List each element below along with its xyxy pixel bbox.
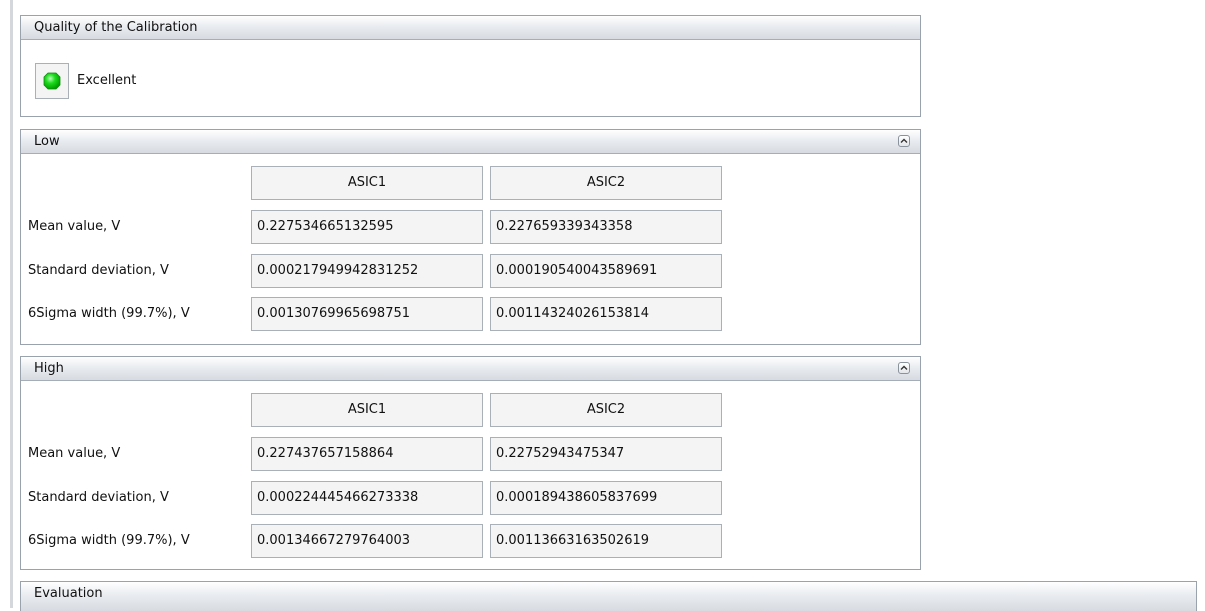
green-status-icon [43, 72, 61, 90]
high-panel-header[interactable]: High [21, 357, 920, 381]
quality-panel-title: Quality of the Calibration [34, 20, 198, 35]
column-header-asic1: ASIC1 [251, 166, 483, 200]
collapse-icon[interactable] [898, 135, 910, 147]
left-border-stripe [10, 0, 13, 608]
column-header-asic2: ASIC2 [490, 393, 722, 427]
value-field-stddev-asic1: 0.000224445466273338 [251, 481, 483, 515]
quality-panel: Quality of the Calibration Excellent [20, 15, 921, 117]
high-panel-title: High [34, 361, 64, 376]
column-header-asic1: ASIC1 [251, 393, 483, 427]
value-field-mean-asic1: 0.227437657158864 [251, 437, 483, 471]
row-label-6sigma: 6Sigma width (99.7%), V [28, 306, 190, 321]
row-label-stddev: Standard deviation, V [28, 263, 169, 278]
low-panel-title: Low [34, 134, 60, 149]
quality-status-indicator [35, 63, 69, 99]
high-panel: High ASIC1 ASIC2 Mean value, V 0.2274376… [20, 356, 921, 570]
low-panel: Low ASIC1 ASIC2 Mean value, V 0.22753466… [20, 129, 921, 345]
evaluation-panel-header[interactable]: Evaluation [20, 581, 1197, 611]
row-label-mean: Mean value, V [28, 446, 121, 461]
quality-status-label: Excellent [77, 73, 137, 88]
evaluation-panel-title: Evaluation [34, 586, 103, 601]
row-label-6sigma: 6Sigma width (99.7%), V [28, 533, 190, 548]
value-field-stddev-asic1: 0.000217949942831252 [251, 254, 483, 288]
value-field-6sigma-asic2: 0.00113663163502619 [490, 524, 722, 558]
column-header-asic2: ASIC2 [490, 166, 722, 200]
row-label-mean: Mean value, V [28, 219, 121, 234]
collapse-icon[interactable] [898, 362, 910, 374]
value-field-6sigma-asic1: 0.00134667279764003 [251, 524, 483, 558]
value-field-6sigma-asic1: 0.00130769965698751 [251, 297, 483, 331]
value-field-mean-asic1: 0.227534665132595 [251, 210, 483, 244]
quality-panel-header: Quality of the Calibration [21, 16, 920, 40]
row-label-stddev: Standard deviation, V [28, 490, 169, 505]
value-field-stddev-asic2: 0.000189438605837699 [490, 481, 722, 515]
value-field-6sigma-asic2: 0.00114324026153814 [490, 297, 722, 331]
value-field-mean-asic2: 0.227659339343358 [490, 210, 722, 244]
low-panel-header[interactable]: Low [21, 130, 920, 154]
value-field-stddev-asic2: 0.000190540043589691 [490, 254, 722, 288]
value-field-mean-asic2: 0.22752943475347 [490, 437, 722, 471]
